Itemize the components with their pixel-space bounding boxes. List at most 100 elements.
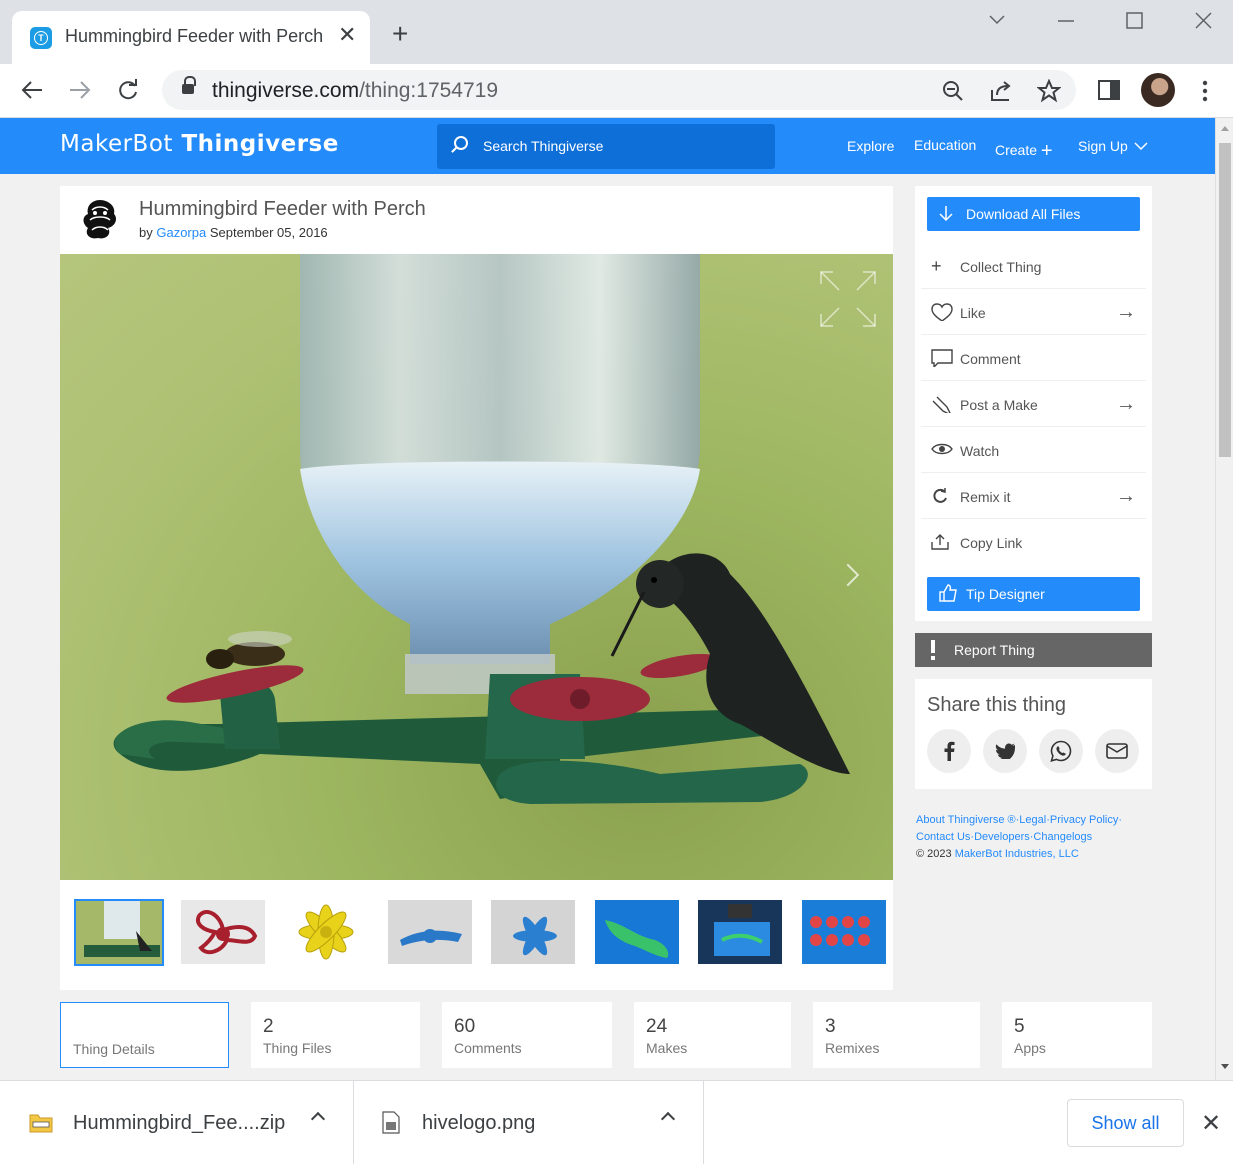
tab-search-icon[interactable] [988, 14, 1006, 26]
heart-icon [931, 303, 953, 321]
thumbnail-5[interactable] [491, 900, 575, 964]
chevron-up-icon[interactable] [660, 1111, 676, 1127]
tab-remixes[interactable]: 3 Remixes [813, 1002, 980, 1068]
thumbnail-2[interactable] [181, 900, 265, 964]
new-tab-icon[interactable]: + [392, 20, 408, 48]
browser-tab[interactable]: T Hummingbird Feeder with Perch ✕ [12, 11, 370, 64]
thumbs-up-icon [939, 584, 957, 602]
nav-create[interactable]: Create + [995, 138, 1053, 162]
window-close-icon[interactable] [1195, 12, 1212, 29]
tab-thing-details[interactable]: Thing Details [60, 1002, 229, 1068]
site-search[interactable] [437, 124, 775, 169]
address-bar: thingiverse.com/thing:1754719 [0, 64, 1233, 118]
changelogs-link[interactable]: Changelogs [1033, 831, 1092, 843]
reload-icon[interactable] [116, 78, 140, 102]
watch-action[interactable]: Watch [921, 427, 1146, 473]
show-all-downloads-button[interactable]: Show all [1067, 1099, 1184, 1147]
thingiverse-favicon-icon: T [30, 27, 52, 49]
facebook-icon [944, 741, 955, 761]
developers-link[interactable]: Developers [974, 831, 1030, 843]
nav-signup[interactable]: Sign Up [1078, 138, 1148, 154]
remix-icon [933, 488, 947, 503]
profile-avatar[interactable] [1141, 73, 1175, 107]
thumbnail-4[interactable] [388, 900, 472, 964]
browser-tab-bar: T Hummingbird Feeder with Perch ✕ + [0, 0, 1233, 64]
back-icon[interactable] [20, 79, 44, 101]
page-scrollbar[interactable] [1215, 118, 1233, 1080]
thumbnail-strip [74, 899, 886, 966]
facebook-share-button[interactable] [927, 729, 971, 773]
envelope-icon [1106, 743, 1128, 759]
legal-link[interactable]: Legal [1019, 814, 1046, 826]
lock-icon[interactable] [182, 76, 196, 96]
privacy-link[interactable]: Privacy Policy [1050, 814, 1118, 826]
minimize-icon[interactable] [1057, 20, 1075, 24]
image-file-icon [382, 1111, 400, 1134]
download-icon [939, 206, 953, 222]
thumbnail-7[interactable] [698, 900, 782, 964]
thumbnail-1[interactable] [74, 899, 164, 966]
tab-thing-files[interactable]: 2 Thing Files [251, 1002, 420, 1068]
copy-link-action[interactable]: Copy Link [921, 519, 1146, 565]
twitter-share-button[interactable] [983, 729, 1027, 773]
forward-icon[interactable] [68, 79, 92, 101]
chevron-down-icon [1134, 142, 1148, 151]
report-thing-button[interactable]: Report Thing [915, 633, 1152, 667]
whatsapp-icon [1050, 740, 1072, 762]
whatsapp-share-button[interactable] [1039, 729, 1083, 773]
tab-comments[interactable]: 60 Comments [442, 1002, 612, 1068]
maximize-icon[interactable] [1126, 12, 1143, 29]
contact-link[interactable]: Contact Us [916, 831, 970, 843]
share-page-icon[interactable] [989, 80, 1013, 102]
collect-thing-action[interactable]: + Collect Thing [921, 243, 1146, 289]
make-icon [932, 396, 951, 413]
tip-designer-button[interactable]: Tip Designer [927, 577, 1140, 611]
thumbnail-8[interactable] [802, 900, 886, 964]
fullscreen-icon[interactable] [819, 270, 877, 328]
email-share-button[interactable] [1095, 729, 1139, 773]
close-icon[interactable]: ✕ [338, 22, 356, 48]
plus-icon: + [1040, 140, 1053, 162]
nav-explore[interactable]: Explore [847, 138, 894, 154]
zoom-icon[interactable] [942, 80, 964, 102]
exclamation-icon [931, 640, 935, 660]
remix-action[interactable]: Remix it → [921, 473, 1146, 519]
designer-avatar[interactable] [78, 196, 122, 244]
thumbnail-3[interactable] [284, 900, 368, 964]
company-link[interactable]: MakerBot Industries, LLC [955, 848, 1079, 860]
share-title: Share this thing [927, 694, 1066, 716]
arrow-right-icon: → [1116, 301, 1136, 323]
author-link[interactable]: Gazorpa [156, 225, 206, 240]
thumbnail-6[interactable] [595, 900, 679, 964]
scroll-down-icon[interactable] [1221, 1064, 1229, 1069]
scroll-up-icon[interactable] [1221, 126, 1229, 131]
comment-action[interactable]: Comment [921, 335, 1146, 381]
search-icon [454, 136, 468, 150]
makerbot-thingiverse-logo[interactable]: MakerBot Thingiverse [60, 131, 339, 157]
menu-dots-icon[interactable] [1201, 80, 1209, 102]
search-input[interactable] [483, 136, 753, 156]
upload-share-icon [931, 534, 949, 550]
download-item-zip[interactable]: Hummingbird_Fee....zip [0, 1081, 354, 1164]
tab-apps[interactable]: 5 Apps [1002, 1002, 1152, 1068]
url-text[interactable]: thingiverse.com/thing:1754719 [212, 79, 498, 103]
close-downloads-icon[interactable]: ✕ [1201, 1109, 1221, 1138]
post-make-action[interactable]: Post a Make → [921, 381, 1146, 427]
bookmark-star-icon[interactable] [1037, 79, 1061, 103]
downloads-bar: Hummingbird_Fee....zip hivelogo.png Show… [0, 1080, 1233, 1164]
chevron-up-icon[interactable] [310, 1111, 326, 1127]
omnibox[interactable]: thingiverse.com/thing:1754719 [162, 70, 1076, 110]
hummingbird-feeder-photo [113, 254, 850, 804]
hero-image[interactable] [60, 254, 893, 880]
page-viewport: MakerBot Thingiverse Explore Education C… [0, 118, 1215, 1080]
scroll-thumb[interactable] [1219, 143, 1231, 457]
nav-education[interactable]: Education [914, 137, 976, 153]
download-all-button[interactable]: Download All Files [927, 197, 1140, 231]
side-panel-icon[interactable] [1098, 80, 1120, 100]
comment-icon [931, 349, 953, 367]
about-link[interactable]: About Thingiverse ® [916, 814, 1016, 826]
download-item-png[interactable]: hivelogo.png [354, 1081, 704, 1164]
like-action[interactable]: Like → [921, 289, 1146, 335]
tab-makes[interactable]: 24 Makes [634, 1002, 791, 1068]
eye-icon [931, 443, 953, 455]
